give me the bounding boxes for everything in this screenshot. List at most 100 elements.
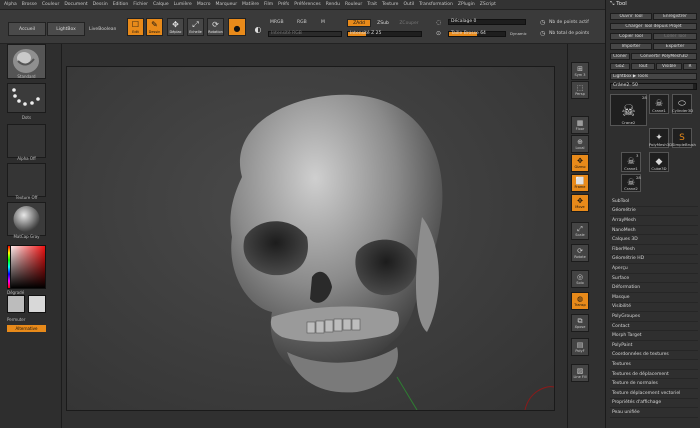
- home-tab[interactable]: Accueil: [8, 22, 46, 36]
- color-picker-button[interactable]: ◐: [250, 18, 266, 36]
- subpalette-item[interactable]: Géométrie: [610, 207, 698, 217]
- subpalette-item[interactable]: Contact: [610, 322, 698, 332]
- m-toggle[interactable]: M: [321, 20, 325, 25]
- hue-bar[interactable]: [7, 245, 11, 289]
- paste-tool-button[interactable]: Coller Tool: [653, 33, 697, 40]
- clone-button[interactable]: Cloner: [610, 53, 630, 60]
- shelf-button[interactable]: ⬚ Persp: [571, 81, 589, 99]
- import-button[interactable]: Importer: [610, 43, 652, 50]
- subpalette-item[interactable]: Géométrie HD: [610, 255, 698, 265]
- rgb-toggle[interactable]: RGB: [297, 20, 307, 25]
- shelf-button[interactable]: ✥ Move: [571, 194, 589, 212]
- shelf-button[interactable]: ▦ Floor: [571, 116, 589, 134]
- all-button[interactable]: Tout: [631, 63, 655, 70]
- draw-size-slider[interactable]: Taille Brosse 64: [448, 31, 506, 37]
- switch-color-label[interactable]: Permuter: [7, 317, 46, 322]
- lightbox-tab[interactable]: LightBox: [47, 22, 85, 36]
- menu-item[interactable]: Calque: [153, 2, 169, 7]
- current-tool-slider[interactable]: Crâne2. 50: [610, 83, 697, 90]
- subpalette-item[interactable]: Calques 3D: [610, 235, 698, 245]
- menu-item[interactable]: Film: [264, 2, 273, 7]
- subpalette-item[interactable]: Propriétés d'affichage: [610, 399, 698, 409]
- menu-item[interactable]: Fichier: [133, 2, 148, 7]
- subpalette-item[interactable]: Masque: [610, 293, 698, 303]
- make-polymesh-button[interactable]: Convertir PolyMesh3D: [631, 53, 697, 60]
- visible-button[interactable]: Visible: [656, 63, 682, 70]
- zcut-toggle[interactable]: ZCouper: [396, 19, 422, 27]
- menu-item[interactable]: Outil: [403, 2, 414, 7]
- subpalette-item[interactable]: NanoMesh: [610, 226, 698, 236]
- menu-item[interactable]: Préférences: [294, 2, 320, 7]
- goz-button[interactable]: GoZ: [610, 63, 630, 70]
- document-canvas[interactable]: [66, 66, 555, 411]
- menu-item[interactable]: Brosse: [22, 2, 37, 7]
- menu-item[interactable]: Rouleur: [345, 2, 362, 7]
- scale-button[interactable]: ⤢ Echelle: [187, 18, 204, 36]
- shelf-button[interactable]: ◎ Solo: [571, 270, 589, 288]
- subpalette-item[interactable]: FiberMesh: [610, 245, 698, 255]
- subpalette-item[interactable]: Textures: [610, 360, 698, 370]
- menu-item[interactable]: Macro: [197, 2, 211, 7]
- subpalette-item[interactable]: PolyPaint: [610, 341, 698, 351]
- load-tool-button[interactable]: Ouvrir Tool: [610, 13, 652, 20]
- color-picker[interactable]: [7, 245, 46, 289]
- zsub-toggle[interactable]: ZSub: [372, 19, 394, 27]
- secondary-color-swatch[interactable]: [28, 295, 46, 313]
- shelf-button[interactable]: ▨ Line Fill: [571, 364, 589, 382]
- menu-item[interactable]: Alpha: [4, 2, 17, 7]
- mrgb-toggle[interactable]: MRGB: [270, 20, 284, 25]
- subpalette-item[interactable]: SubTool: [610, 197, 698, 207]
- shelf-button[interactable]: ✥ Gizmo: [571, 154, 589, 172]
- shelf-button[interactable]: ⬜ Frame: [571, 174, 589, 192]
- subpalette-item[interactable]: Texture de normales: [610, 379, 698, 389]
- load-from-project-button[interactable]: Charger Tool depuis Projet: [610, 23, 697, 30]
- copy-tool-button[interactable]: Copier Tool: [610, 33, 652, 40]
- stroke-thumbnail[interactable]: [7, 83, 46, 113]
- menu-item[interactable]: Edition: [113, 2, 129, 7]
- menu-item[interactable]: Document: [64, 2, 87, 7]
- texture-thumbnail[interactable]: [7, 163, 46, 197]
- shelf-button[interactable]: ⟳ Rotate: [571, 244, 589, 262]
- shelf-button[interactable]: ◍ Transp: [571, 292, 589, 310]
- subpalette-item[interactable]: Texture déplacement vectoriel: [610, 389, 698, 399]
- menu-item[interactable]: Préfs: [278, 2, 289, 7]
- move-button[interactable]: ✥ Déplac: [167, 18, 184, 36]
- subpalette-item[interactable]: Textures de déplacement: [610, 370, 698, 380]
- main-color-swatch[interactable]: [7, 295, 25, 313]
- focal-shift-slider[interactable]: Décalage 0: [448, 19, 526, 25]
- menu-item[interactable]: Transformation: [419, 2, 453, 7]
- material-thumbnail[interactable]: [7, 202, 46, 236]
- zadd-toggle[interactable]: ZAdd: [347, 19, 371, 27]
- material-sphere-button[interactable]: ●: [228, 18, 246, 36]
- menu-item[interactable]: Texture: [382, 2, 398, 7]
- subpalette-item[interactable]: Peau unifiée: [610, 408, 698, 418]
- menu-item[interactable]: Trait: [367, 2, 377, 7]
- menu-item[interactable]: ZScript: [480, 2, 496, 7]
- rgb-intensity-slider[interactable]: Intensité RGB: [268, 31, 342, 37]
- alpha-thumbnail[interactable]: [7, 124, 46, 158]
- lightbox-tools-button[interactable]: Lightbox ▶ Tools: [610, 73, 697, 80]
- shelf-button[interactable]: ⊕ Local: [571, 135, 589, 153]
- alternate-button[interactable]: Alternative: [7, 325, 46, 332]
- dynamic-toggle[interactable]: Dynamic: [510, 31, 527, 36]
- rotate-button[interactable]: ⟳ Rotation: [207, 18, 224, 36]
- menu-item[interactable]: Dessin: [93, 2, 108, 7]
- shelf-button[interactable]: ▤ PolyF: [571, 338, 589, 356]
- menu-item[interactable]: Couleur: [42, 2, 59, 7]
- shelf-button[interactable]: ⊞ Sym 3: [571, 62, 589, 80]
- menu-item[interactable]: Lumière: [174, 2, 192, 7]
- edit-button[interactable]: ☐ Edit: [127, 18, 144, 36]
- save-as-button[interactable]: Enregistrer: [653, 13, 697, 20]
- menu-item[interactable]: ZPlugin: [458, 2, 475, 7]
- shelf-button[interactable]: ⤢ Scale: [571, 222, 589, 240]
- shelf-button[interactable]: ⧉ Xpose: [571, 314, 589, 332]
- subpalette-item[interactable]: PolyGroupes: [610, 312, 698, 322]
- subpalette-item[interactable]: Coordonnées de textures: [610, 351, 698, 361]
- subpalette-item[interactable]: Déformation: [610, 283, 698, 293]
- draw-button[interactable]: ✎ Dessin: [146, 18, 163, 36]
- subpalette-item[interactable]: Morph Target: [610, 331, 698, 341]
- subpalette-item[interactable]: Aperçu: [610, 264, 698, 274]
- z-intensity-slider[interactable]: Intensité Z 25: [347, 31, 422, 37]
- menu-item[interactable]: Marqueur: [215, 2, 237, 7]
- live-boolean-label[interactable]: LiveBoolean: [89, 27, 116, 32]
